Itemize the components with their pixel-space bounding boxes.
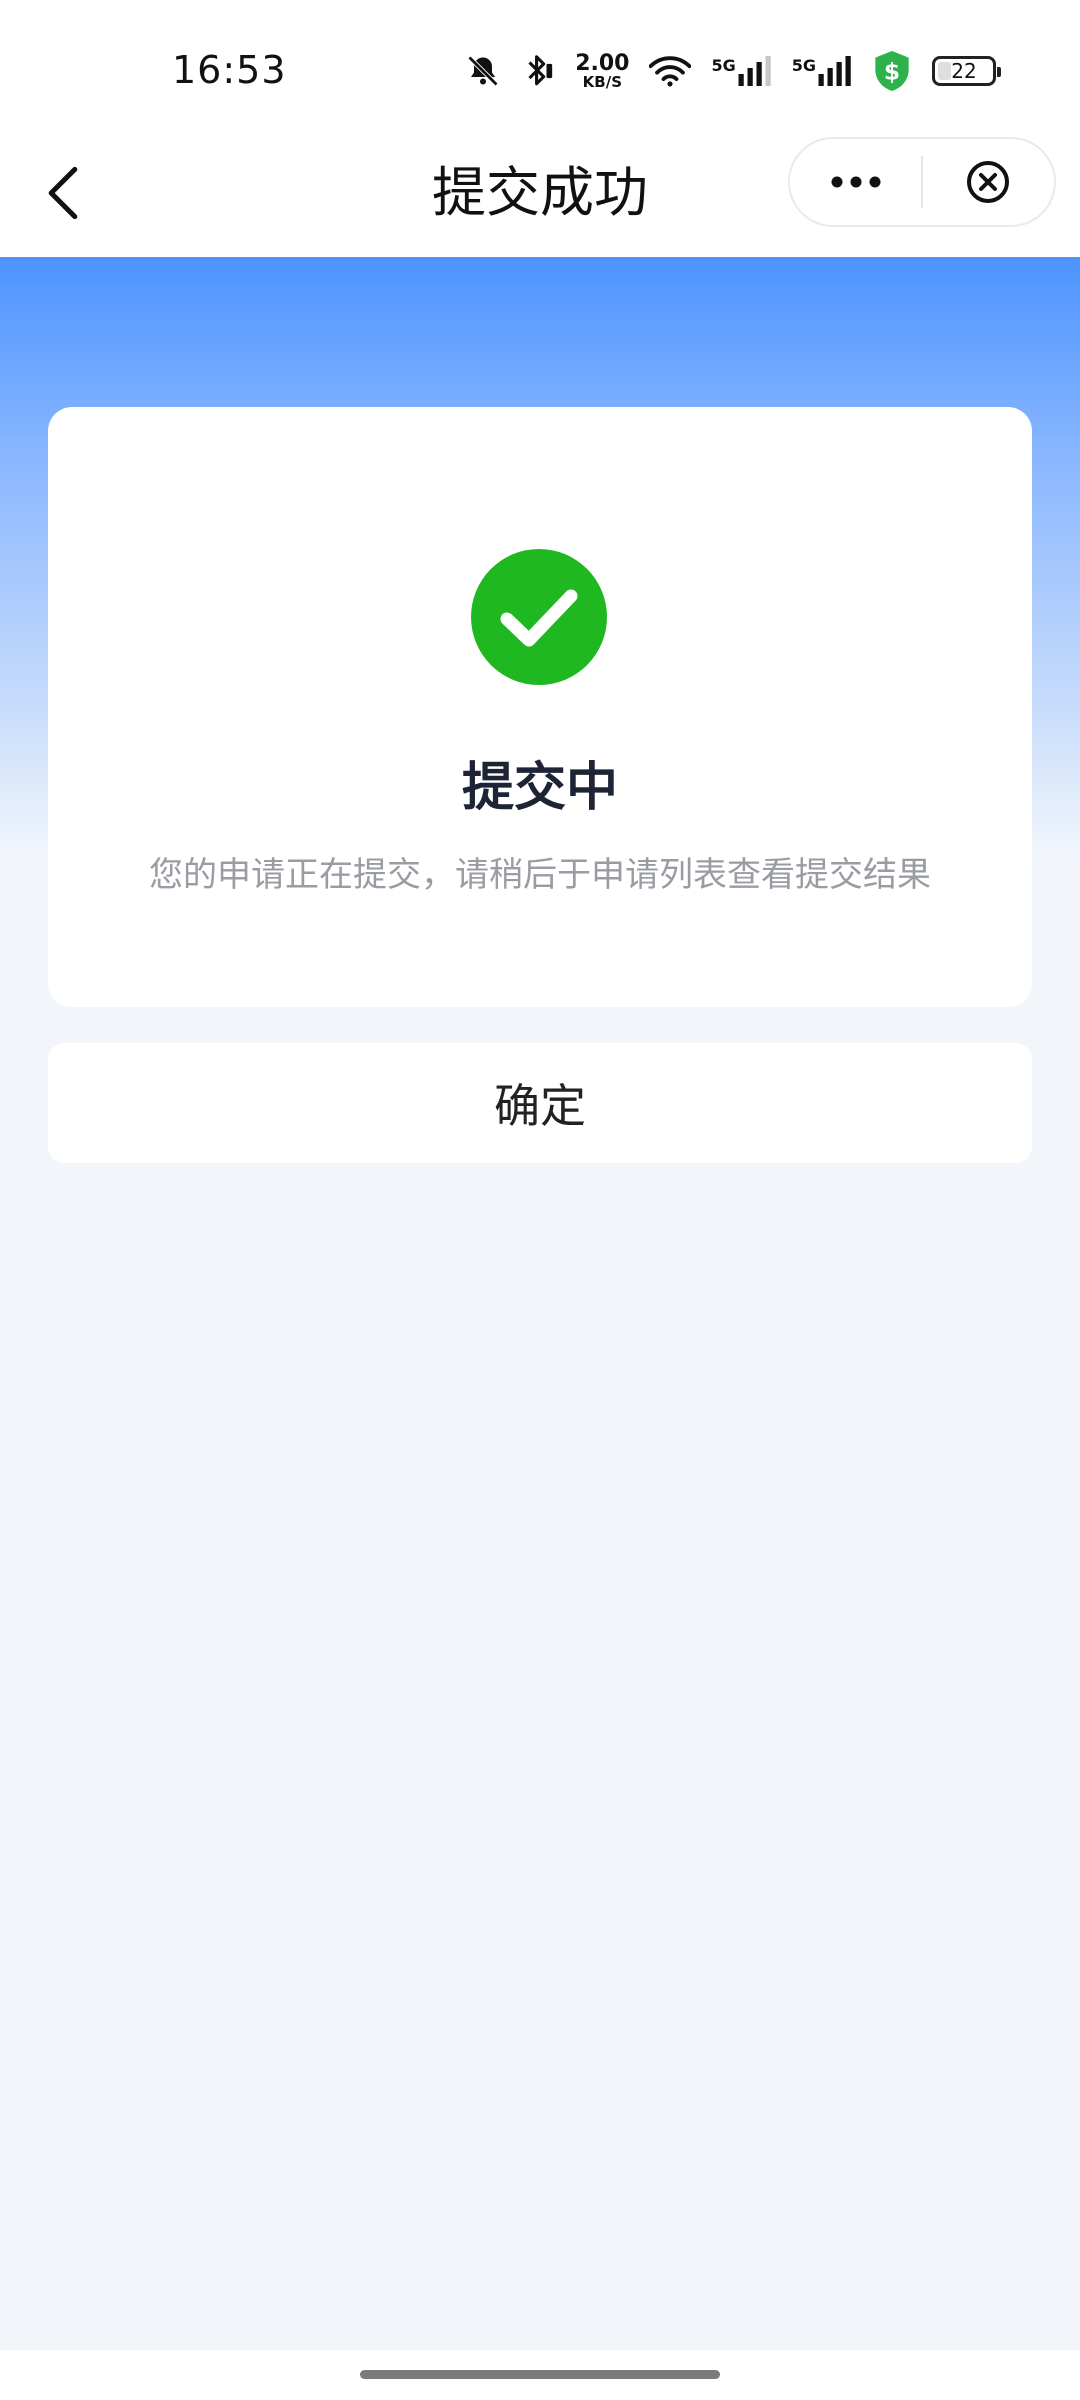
battery-level: 22 [951,59,977,83]
signal-icon-2: 5G [792,56,852,86]
result-description: 您的申请正在提交，请稍后于申请列表查看提交结果 [149,855,931,895]
result-card: 提交中 您的申请正在提交，请稍后于申请列表查看提交结果 [48,407,1032,1007]
network-type-1: 5G [711,56,736,75]
check-circle-icon [471,549,607,685]
battery-icon: 22 [932,56,1001,86]
bell-muted-icon [465,53,501,89]
result-title: 提交中 [461,758,618,818]
net-speed-unit: KB/S [582,72,622,91]
navigation-bar: 提交成功 [0,130,1080,257]
confirm-button[interactable]: 确定 [48,1043,1032,1163]
security-shield-icon: $ [872,49,912,93]
signal-icon-1: 5G [711,56,771,86]
network-type-2: 5G [791,56,816,75]
close-circle-icon [967,161,1010,203]
bluetooth-icon [521,52,555,90]
close-button[interactable] [923,139,1054,225]
status-time: 16:53 [172,48,287,92]
mini-program-capsule [788,137,1056,227]
more-dots-icon [831,176,880,188]
net-speed-value: 2.00 [575,50,630,76]
svg-text:$: $ [884,57,900,85]
wifi-icon [649,54,692,88]
status-icons: 2.00 KB/S 5G 5G $ 22 [465,46,1001,96]
net-speed: 2.00 KB/S [575,50,630,91]
status-bar: 16:53 2.00 KB/S 5G 5G $ 22 [0,0,1080,130]
more-button[interactable] [790,139,921,225]
home-indicator[interactable] [360,2370,720,2379]
